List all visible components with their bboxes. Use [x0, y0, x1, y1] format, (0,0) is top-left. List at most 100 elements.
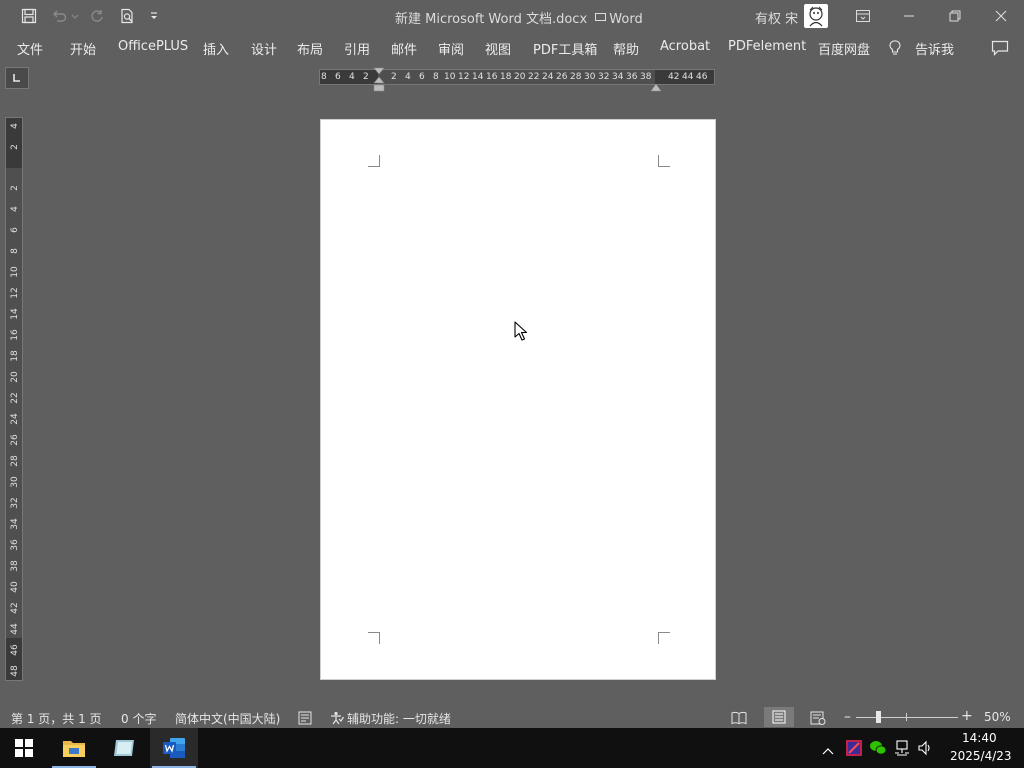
save-icon[interactable]	[18, 6, 40, 26]
minimize-icon[interactable]	[886, 0, 932, 32]
language-indicator[interactable]: 简体中文(中国大陆)	[175, 710, 280, 727]
ruler-number: 30	[584, 72, 596, 82]
volume-icon[interactable]	[917, 740, 933, 760]
margin-corner-bottom-right	[658, 632, 670, 644]
clock-time[interactable]: 14:40	[962, 731, 997, 745]
vertical-ruler[interactable]: 4 2 2 4 6 8 10 12 14 16 18 20 22 24 26 2…	[5, 117, 23, 681]
undo-icon[interactable]	[48, 6, 70, 26]
show-hidden-icons-icon[interactable]	[821, 741, 835, 760]
redo-icon[interactable]	[86, 6, 108, 26]
windows-start-icon[interactable]	[0, 728, 48, 768]
ruler-number: 8	[10, 248, 20, 254]
ruler-number: 8	[321, 72, 327, 82]
lightbulb-icon[interactable]	[889, 40, 901, 60]
ruler-number: 12	[458, 72, 470, 82]
zoom-slider-thumb[interactable]	[875, 711, 881, 723]
ruler-number: 18	[500, 72, 512, 82]
ruler-number: 6	[335, 72, 341, 82]
word-app-icon[interactable]	[150, 728, 198, 768]
menu-design[interactable]: 设计	[251, 39, 277, 58]
tell-me-search[interactable]: 告诉我	[915, 39, 954, 58]
ruler-number: 40	[10, 581, 20, 593]
document-page[interactable]	[320, 119, 716, 680]
network-icon[interactable]	[894, 740, 910, 760]
web-layout-icon[interactable]	[810, 710, 826, 729]
print-layout-button[interactable]	[764, 707, 794, 727]
page-count[interactable]: 第 1 页，共 1 页	[11, 710, 102, 727]
zoom-slider[interactable]	[856, 711, 958, 723]
ruler-number: 20	[10, 371, 20, 383]
ruler-number: 16	[10, 329, 20, 341]
ruler-number: 6	[10, 227, 20, 233]
ruler-number: 10	[444, 72, 456, 82]
ruler-number: 34	[612, 72, 624, 82]
tab-selector[interactable]	[5, 67, 29, 89]
document-title: 新建 Microsoft Word 文档.docx Word	[395, 8, 643, 27]
zoom-slider-center-tick	[906, 713, 907, 721]
app-tray-icon[interactable]	[846, 740, 862, 756]
menu-help[interactable]: 帮助	[613, 39, 639, 58]
ruler-number: 48	[10, 665, 20, 677]
macro-recording-icon[interactable]	[298, 710, 312, 729]
margin-corner-top-left	[368, 155, 380, 167]
ruler-number: 46	[10, 644, 20, 656]
menu-pdf-toolbox[interactable]: PDF工具箱	[533, 39, 597, 58]
menu-baidu-netdisk[interactable]: 百度网盘	[818, 39, 870, 58]
menu-home[interactable]: 开始	[70, 39, 96, 58]
doc-link-icon	[595, 12, 609, 27]
ruler-number: 14	[10, 308, 20, 320]
menu-file[interactable]: 文件	[17, 39, 43, 58]
menu-references[interactable]: 引用	[344, 39, 370, 58]
ruler-number: 32	[598, 72, 610, 82]
right-indent-marker[interactable]	[650, 77, 662, 96]
ruler-number: 32	[10, 497, 20, 509]
ruler-number: 18	[10, 350, 20, 362]
user-name[interactable]: 有权 宋	[755, 8, 798, 27]
close-icon[interactable]	[978, 0, 1024, 32]
file-explorer-icon[interactable]	[50, 728, 98, 768]
first-line-indent-marker[interactable]	[373, 67, 385, 97]
read-mode-icon[interactable]	[731, 710, 747, 729]
wechat-icon[interactable]	[869, 740, 887, 760]
accessibility-icon[interactable]	[329, 710, 345, 729]
ruler-number: 8	[433, 72, 439, 82]
clock-date[interactable]: 2025/4/23	[950, 749, 1012, 763]
ruler-number: 26	[10, 434, 20, 446]
menu-acrobat[interactable]: Acrobat	[660, 39, 710, 54]
ruler-number: 22	[10, 392, 20, 404]
ribbon-display-icon[interactable]	[840, 0, 886, 32]
ruler-number: 4	[10, 123, 20, 129]
restore-icon[interactable]	[932, 0, 978, 32]
ruler-number: 4	[405, 72, 411, 82]
menu-mailings[interactable]: 邮件	[391, 39, 417, 58]
print-layout-icon	[772, 710, 786, 724]
avatar[interactable]	[804, 4, 828, 28]
comments-icon[interactable]	[991, 40, 1009, 60]
customize-qat-icon[interactable]	[146, 6, 162, 26]
zoom-in-button[interactable]: +	[961, 708, 973, 724]
menu-pdfelement[interactable]: PDFelement	[728, 39, 806, 54]
ruler-number: 44	[10, 623, 20, 635]
ruler-number: 36	[626, 72, 638, 82]
mouse-cursor-icon	[514, 321, 528, 345]
accessibility-status[interactable]: 辅助功能: 一切就绪	[347, 710, 451, 727]
word-count[interactable]: 0 个字	[121, 710, 156, 727]
zoom-out-button[interactable]: –	[844, 709, 851, 725]
menu-layout[interactable]: 布局	[297, 39, 323, 58]
ruler-number: 20	[514, 72, 526, 82]
menu-insert[interactable]: 插入	[203, 39, 229, 58]
zoom-level[interactable]: 50%	[984, 710, 1011, 724]
menu-view[interactable]: 视图	[485, 39, 511, 58]
ruler-number: 34	[10, 518, 20, 530]
print-preview-icon[interactable]	[116, 6, 138, 26]
ruler-number: 28	[10, 455, 20, 467]
ruler-number: 44	[682, 72, 694, 82]
document-filename: 新建 Microsoft Word 文档.docx	[395, 12, 588, 27]
notes-app-icon[interactable]	[100, 728, 148, 768]
ruler-number: 2	[363, 72, 369, 82]
ruler-number: 4	[349, 72, 355, 82]
margin-corner-top-right	[658, 155, 670, 167]
menu-officeplus[interactable]: OfficePLUS	[118, 39, 188, 54]
undo-dropdown-icon[interactable]	[70, 6, 80, 26]
menu-review[interactable]: 审阅	[438, 39, 464, 58]
